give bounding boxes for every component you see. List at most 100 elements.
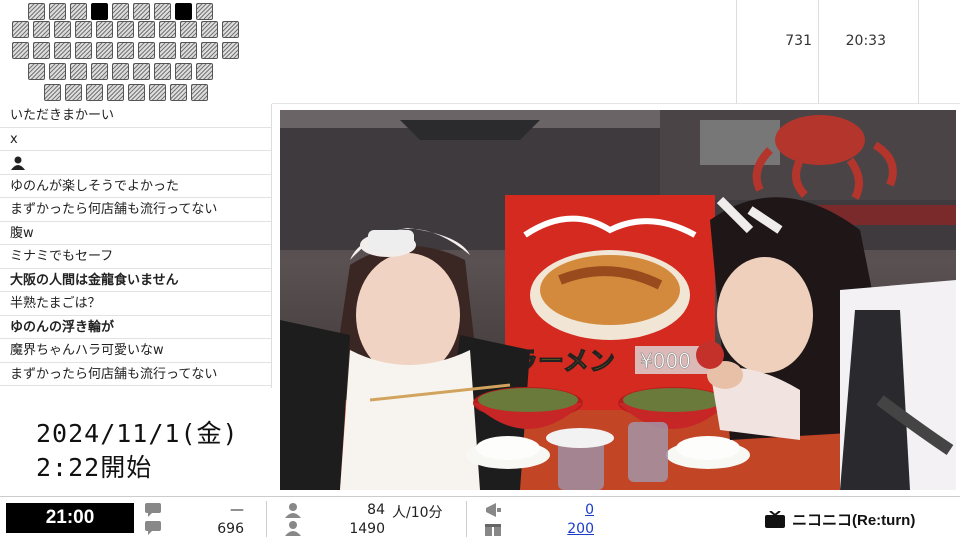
comment-text: ゆのんが楽しそうでよかった [10, 178, 180, 194]
comment-text: いただきまかーい [10, 108, 115, 123]
stream-viewer: 731 20:33 いただきまかーい x ゆのんが楽しそうでよかったまずかったら何店… [0, 0, 960, 540]
seat-cell [96, 21, 113, 38]
gift-points-link[interactable]: 200 [540, 521, 594, 537]
comment-text: 半熟たまごは？ [10, 296, 101, 311]
comment-text: まずかったら何店舗も流行ってない [10, 366, 218, 382]
comment-rate: — [230, 502, 244, 518]
seat-cell [133, 63, 150, 80]
comment-text: まずかったら何店舗も流行ってない [10, 202, 218, 217]
seat-cell [12, 42, 29, 59]
seat-cell [201, 21, 218, 38]
seat-cell [112, 63, 129, 80]
comment-row[interactable]: 半熟たまごは？ [0, 292, 271, 316]
viewers-rate-unit: 人/10分 [392, 505, 443, 521]
seat-cell [117, 21, 134, 38]
seat-cell [138, 42, 155, 59]
comment-text: 魔界ちゃんハラ可愛いなw [10, 343, 164, 358]
seat-cell [154, 3, 171, 20]
video-frame: ラーメン ¥000 [280, 110, 956, 490]
comment-text: 大阪の人間は金龍食いません [10, 272, 179, 288]
seat-cell [180, 21, 197, 38]
seat-row [12, 42, 239, 59]
elapsed-time: 20:33 [845, 33, 886, 49]
comment-row[interactable]: まずかったら何店舗も流行ってない [0, 363, 271, 386]
gift-icon [485, 522, 501, 536]
seat-cell [138, 21, 155, 38]
comment-row[interactable]: ゆのんの浮き輪が [0, 316, 271, 339]
seat-cell [222, 21, 239, 38]
comment-icon [145, 503, 161, 517]
status-bar: 21:00 — 696 84 人/10分 1490 0 200 ニコニコ(Re:… [0, 496, 960, 540]
comment-row[interactable]: ゆのんが楽しそうでよかった [0, 175, 271, 198]
comment-total: 696 [217, 521, 244, 537]
seat-cell [33, 42, 50, 59]
seat-cell [70, 63, 87, 80]
comment-row[interactable]: x [0, 128, 271, 151]
seat-cell [201, 42, 218, 59]
seat-cell [196, 3, 213, 20]
top-stats-bar: 731 20:33 [272, 0, 960, 104]
broadcast-date: 2024/11/1(金) [36, 419, 239, 448]
seat-cell [33, 21, 50, 38]
seat-cell [96, 42, 113, 59]
seat-cell [170, 84, 187, 101]
seat-cell [91, 63, 108, 80]
comment-text: x [10, 131, 18, 147]
seat-cell [54, 42, 71, 59]
seat-cell [107, 84, 124, 101]
seat-cell [91, 3, 108, 20]
clock-display: 21:00 [6, 503, 134, 533]
viewer-icon [285, 503, 301, 518]
seat-cell [54, 21, 71, 38]
comment-row[interactable]: いただきまかーい [0, 104, 271, 128]
comment-row[interactable]: ミナミでもセーフ [0, 245, 271, 269]
svg-text:¥000: ¥000 [640, 349, 691, 373]
seat-cell [28, 3, 45, 20]
comment-row[interactable]: まずかったら何店舗も流行ってない [0, 198, 271, 222]
comment-row[interactable]: 腹w [0, 222, 271, 245]
divider [466, 501, 467, 537]
seat-row [44, 84, 208, 101]
seat-cell [175, 63, 192, 80]
seat-cell [196, 63, 213, 80]
video-player[interactable]: ラーメン ¥000 [280, 110, 956, 490]
broadcast-date-box: 2024/11/1(金) 2:22開始 [0, 388, 272, 496]
seat-cell [180, 42, 197, 59]
seat-cell [159, 21, 176, 38]
viewers-total: 1490 [349, 521, 385, 537]
seat-cell [117, 42, 134, 59]
seat-cell [191, 84, 208, 101]
seat-row [28, 3, 213, 20]
comment-list[interactable]: いただきまかーい x ゆのんが楽しそうでよかったまずかったら何店舗も流行ってない 腹w… [0, 104, 272, 388]
seat-cell [112, 3, 129, 20]
seat-cell [222, 42, 239, 59]
divider [818, 0, 819, 104]
comment-text: ミナミでもセーフ [10, 249, 114, 264]
seat-cell [75, 21, 92, 38]
broadcast-start: 2:22開始 [36, 453, 153, 482]
seat-cell [86, 84, 103, 101]
comment-row[interactable]: 大阪の人間は金龍食いません [0, 269, 271, 292]
seat-row [12, 21, 239, 38]
ad-icon [486, 503, 501, 517]
seat-cell [44, 84, 61, 101]
comment-total-icon [145, 521, 161, 535]
ad-points-link[interactable]: 0 [540, 502, 594, 518]
seat-cell [149, 84, 166, 101]
divider [266, 501, 267, 537]
seat-cell [175, 3, 192, 20]
seat-cell [65, 84, 82, 101]
seat-cell [133, 3, 150, 20]
viewer-total-icon [285, 521, 301, 536]
comment-row[interactable] [0, 151, 271, 175]
divider [736, 0, 737, 104]
comment-text: ゆのんの浮き輪が [10, 319, 115, 335]
person-icon [11, 156, 25, 170]
comment-row[interactable]: 魔界ちゃんハラ可愛いなw [0, 339, 271, 363]
comment-text: 腹w [10, 225, 34, 241]
ramen-sign: ラーメン ¥000 [505, 195, 715, 410]
seat-cell [159, 42, 176, 59]
site-logo[interactable]: ニコニコ(Re:turn) [792, 509, 915, 530]
seat-cell [49, 63, 66, 80]
seat-cell [28, 63, 45, 80]
